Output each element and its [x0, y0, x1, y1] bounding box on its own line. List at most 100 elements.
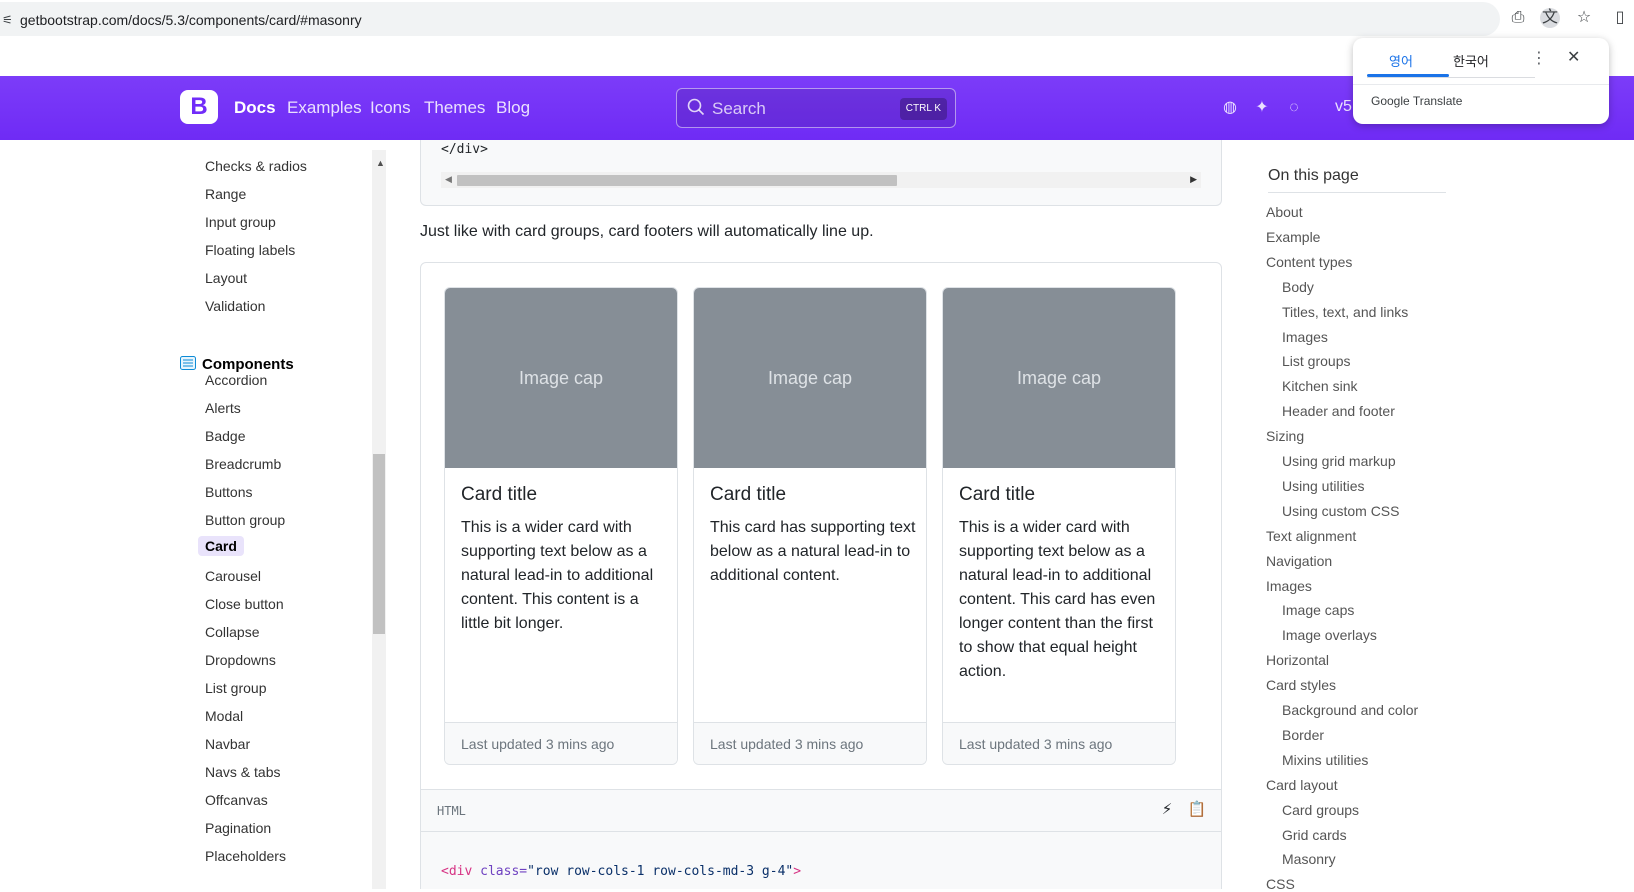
code-snippet-previous: </div> ◀ ▶: [420, 140, 1222, 206]
scroll-left-arrow-icon[interactable]: ◀: [445, 174, 452, 185]
toc-link[interactable]: Card groups: [1282, 802, 1359, 818]
scroll-up-arrow-icon[interactable]: ▲: [376, 158, 385, 168]
sidebar-item[interactable]: Navs & tabs: [205, 764, 280, 780]
sidebar-icon[interactable]: ▯: [1610, 8, 1630, 28]
nav-themes[interactable]: Themes: [424, 98, 485, 118]
nav-docs[interactable]: Docs: [234, 98, 276, 118]
sidebar-item[interactable]: Placeholders: [205, 848, 286, 864]
lightning-icon[interactable]: ⚡: [1157, 800, 1177, 820]
scroll-right-arrow-icon[interactable]: ▶: [1190, 174, 1197, 185]
nav-blog[interactable]: Blog: [496, 98, 530, 118]
translate-tab-english[interactable]: 영어: [1389, 51, 1413, 70]
sidebar-item[interactable]: Navbar: [205, 736, 250, 752]
code-line: </div>: [441, 142, 488, 157]
sidebar-scrollbar-thumb[interactable]: [373, 454, 385, 634]
toc-link[interactable]: Image overlays: [1282, 627, 1377, 643]
sidebar-item[interactable]: Buttons: [205, 484, 252, 500]
toc-link[interactable]: Mixins utilities: [1282, 752, 1368, 768]
toc-link[interactable]: Masonry: [1282, 851, 1336, 867]
nav-examples[interactable]: Examples: [287, 98, 362, 118]
toc-link[interactable]: Navigation: [1266, 553, 1332, 569]
toc-link[interactable]: Image caps: [1282, 602, 1354, 618]
url-text[interactable]: getbootstrap.com/docs/5.3/components/car…: [20, 12, 362, 28]
toc-link[interactable]: Background and color: [1282, 702, 1418, 718]
toc-link[interactable]: List groups: [1282, 353, 1350, 369]
toc-link[interactable]: Text alignment: [1266, 528, 1356, 544]
sidebar-item[interactable]: Pagination: [205, 820, 271, 836]
card-title: Card title: [959, 484, 1036, 505]
toc-link[interactable]: Border: [1282, 727, 1324, 743]
code-line: <div class="row row-cols-1 row-cols-md-3…: [441, 864, 802, 879]
sidebar-item[interactable]: Alerts: [205, 400, 241, 416]
bookmark-star-icon[interactable]: ☆: [1574, 8, 1594, 28]
toc-link[interactable]: Horizontal: [1266, 652, 1329, 668]
sidebar-item[interactable]: Accordion: [205, 372, 267, 388]
toc-link[interactable]: Images: [1266, 578, 1312, 594]
toc-link[interactable]: Using grid markup: [1282, 453, 1396, 469]
sidebar-item[interactable]: Breadcrumb: [205, 456, 281, 472]
card-image-cap: Image cap: [943, 288, 1175, 468]
install-icon[interactable]: ⎙: [1508, 8, 1528, 28]
more-options-icon[interactable]: ⋮: [1531, 48, 1547, 68]
card-text: This card has supporting text below as a…: [710, 519, 916, 584]
active-tab-indicator: [1367, 74, 1449, 77]
search-button[interactable]: Search CTRL K: [676, 88, 956, 128]
close-icon[interactable]: ✕: [1567, 47, 1580, 67]
toc-link[interactable]: Titles, text, and links: [1282, 304, 1408, 320]
github-icon[interactable]: ◍: [1220, 98, 1240, 118]
sidebar-item[interactable]: List group: [205, 680, 266, 696]
sidebar-item[interactable]: Input group: [205, 214, 276, 230]
toc-link[interactable]: CSS: [1266, 876, 1295, 892]
sidebar-item[interactable]: Dropdowns: [205, 652, 276, 668]
sidebar-item-card-active[interactable]: Card: [198, 536, 244, 556]
toc-link[interactable]: Card styles: [1266, 677, 1336, 693]
sidebar-item[interactable]: Carousel: [205, 568, 261, 584]
search-placeholder: Search: [712, 99, 766, 118]
toc-link[interactable]: Grid cards: [1282, 827, 1347, 843]
sidebar-item[interactable]: Close button: [205, 596, 284, 612]
toc-link[interactable]: Images: [1282, 329, 1328, 345]
toc-link[interactable]: About: [1266, 204, 1303, 220]
code-hscrollbar-thumb[interactable]: [457, 175, 897, 186]
sidebar-item[interactable]: Collapse: [205, 624, 259, 640]
toc-link[interactable]: Body: [1282, 279, 1314, 295]
search-shortcut: CTRL K: [899, 98, 947, 120]
twitter-icon[interactable]: ✦: [1252, 98, 1272, 118]
toc-link[interactable]: Kitchen sink: [1282, 378, 1357, 394]
opencollective-icon[interactable]: ◌: [1284, 98, 1304, 118]
sidebar-section-components[interactable]: Components: [180, 356, 294, 373]
section-paragraph: Just like with card groups, card footers…: [420, 223, 874, 240]
tune-icon[interactable]: ⚟: [2, 13, 13, 27]
sidebar-item[interactable]: Checks & radios: [205, 158, 307, 174]
code-hscrollbar[interactable]: ◀ ▶: [441, 172, 1201, 188]
toc-link[interactable]: Header and footer: [1282, 403, 1395, 419]
bootstrap-logo[interactable]: B: [180, 90, 218, 124]
sidebar-item[interactable]: Layout: [205, 270, 247, 286]
toc-link[interactable]: Content types: [1266, 254, 1352, 270]
toc-link[interactable]: Card layout: [1266, 777, 1338, 793]
toc-link[interactable]: Example: [1266, 229, 1320, 245]
nav-icons[interactable]: Icons: [370, 98, 411, 118]
translate-icon[interactable]: 文: [1540, 8, 1560, 28]
sidebar-item[interactable]: Button group: [205, 512, 285, 528]
sidebar-item[interactable]: Modal: [205, 708, 243, 724]
toc-link[interactable]: Using utilities: [1282, 478, 1364, 494]
card-footer-text: Last updated 3 mins ago: [461, 736, 615, 752]
clipboard-icon[interactable]: 📋: [1187, 800, 1207, 820]
sidebar-item[interactable]: Badge: [205, 428, 245, 444]
toc-link[interactable]: Sizing: [1266, 428, 1304, 444]
card-title: Card title: [710, 484, 787, 505]
sidebar-item[interactable]: Range: [205, 186, 246, 202]
card-footer-text: Last updated 3 mins ago: [710, 736, 864, 752]
sidebar-item[interactable]: Validation: [205, 298, 265, 314]
version-dropdown[interactable]: v5: [1335, 98, 1352, 116]
google-translate-brand: Google Translate: [1371, 94, 1463, 108]
card: Image cap Card title This is a wider car…: [942, 287, 1176, 765]
sidebar-item[interactable]: Floating labels: [205, 242, 295, 258]
toc-link[interactable]: Using custom CSS: [1282, 503, 1399, 519]
card-image-cap: Image cap: [445, 288, 677, 468]
translate-tab-korean[interactable]: 한국어: [1453, 51, 1489, 70]
card-footer-text: Last updated 3 mins ago: [959, 736, 1113, 752]
sidebar-item[interactable]: Offcanvas: [205, 792, 268, 808]
address-bar[interactable]: ⚟ getbootstrap.com/docs/5.3/components/c…: [0, 2, 1500, 36]
